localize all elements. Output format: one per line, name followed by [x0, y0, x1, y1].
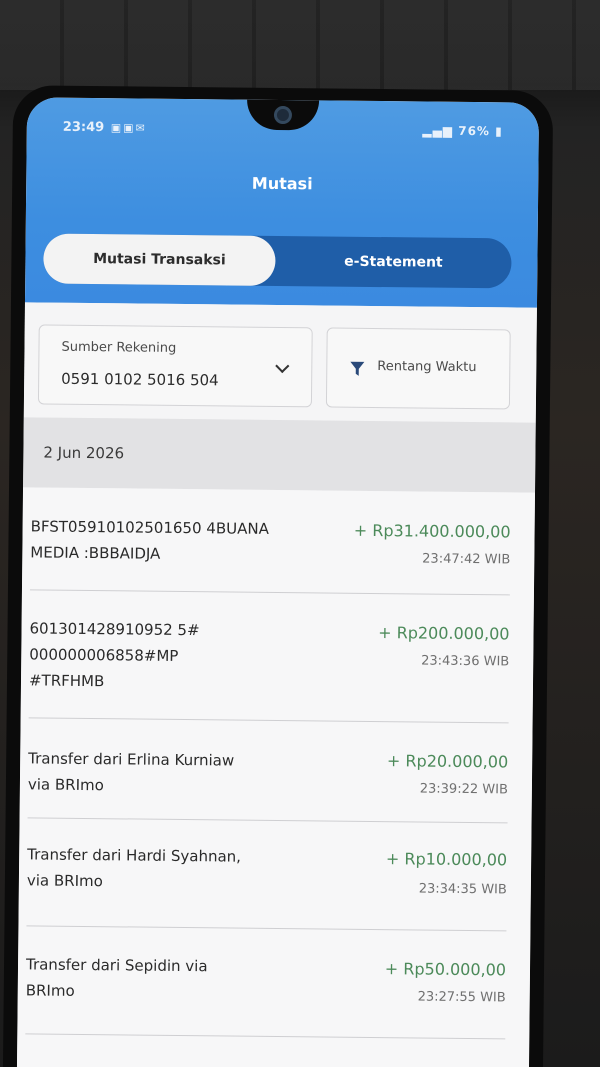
transaction-description: Transfer dari Hardi Syahnan, via BRImo	[26, 845, 242, 891]
signal-icon: ▂▄▆	[422, 123, 454, 138]
status-time: 23:49	[62, 119, 105, 136]
date-range-button[interactable]: Rentang Waktu	[325, 327, 511, 410]
transaction-list: BFST05910102501650 4BUANA MEDIA :BBBAIDJ…	[16, 487, 536, 1067]
filter-icon	[350, 361, 365, 376]
tab-e-statement[interactable]: e-Statement	[275, 236, 512, 288]
app-screen: 23:49 ▣▣✉ ▂▄▆ 76% ▮ Mutasi Mutasi Transa…	[16, 97, 540, 1067]
battery-icon: ▮	[495, 124, 503, 139]
camera-icon	[273, 105, 293, 125]
date-label: 2 Jun 2026	[43, 443, 125, 463]
transaction-time: 23:43:36 WIB	[421, 653, 510, 670]
chevron-down-icon	[275, 358, 290, 374]
account-source-dropdown[interactable]: Sumber Rekening 0591 0102 5016 504	[37, 324, 313, 408]
transaction-description: Transfer dari Sepidin via BRImo	[25, 955, 208, 1000]
keyboard-background	[0, 0, 600, 90]
row-divider	[25, 1033, 506, 1040]
transaction-time: 23:27:55 WIB	[417, 989, 506, 1006]
transaction-row[interactable]: 601301428910952 5# 000000006858#MP #TRFH…	[21, 591, 534, 724]
phone-frame: 23:49 ▣▣✉ ▂▄▆ 76% ▮ Mutasi Mutasi Transa…	[2, 85, 554, 1067]
filter-section: Sumber Rekening 0591 0102 5016 504 Renta…	[23, 302, 537, 423]
source-account-number: 0591 0102 5016 504	[61, 369, 219, 390]
transaction-row[interactable]: Transfer dari Erlina Kurniaw via BRImo +…	[20, 719, 533, 824]
transaction-amount: + Rp200.000,00	[378, 623, 510, 644]
transaction-amount: + Rp20.000,00	[386, 751, 509, 772]
transaction-row[interactable]: BFST05910102501650 4BUANA MEDIA :BBBAIDJ…	[22, 487, 535, 596]
date-range-label: Rentang Waktu	[377, 359, 477, 376]
transaction-amount: + Rp50.000,00	[384, 959, 507, 980]
battery-level: 76%	[458, 123, 491, 139]
page-title: Mutasi	[251, 173, 313, 194]
tab-bar: Mutasi Transaksi e-Statement	[43, 233, 512, 289]
tab-mutasi-transaksi[interactable]: Mutasi Transaksi	[43, 233, 276, 286]
date-header: 2 Jun 2026	[23, 417, 536, 493]
transaction-time: 23:34:35 WIB	[418, 881, 507, 898]
transaction-time: 23:47:42 WIB	[422, 551, 511, 568]
transaction-description: Transfer dari Erlina Kurniaw via BRImo	[27, 749, 235, 795]
transaction-amount: + Rp31.400.000,00	[353, 520, 511, 542]
notification-icons: ▣▣✉	[110, 121, 147, 135]
transaction-row[interactable]: Transfer dari Hardi Syahnan, via BRImo +…	[18, 819, 531, 934]
source-label: Sumber Rekening	[61, 339, 177, 356]
transaction-description: BFST05910102501650 4BUANA MEDIA :BBBAIDJ…	[30, 517, 269, 563]
transaction-description: 601301428910952 5# 000000006858#MP #TRFH…	[28, 619, 200, 691]
transaction-amount: + Rp10.000,00	[385, 849, 508, 870]
status-battery-area: ▂▄▆ 76% ▮	[422, 123, 503, 138]
transaction-row[interactable]: Transfer dari Sepidin via BRImo + Rp50.0…	[17, 929, 530, 1044]
transaction-time: 23:39:22 WIB	[419, 781, 508, 798]
